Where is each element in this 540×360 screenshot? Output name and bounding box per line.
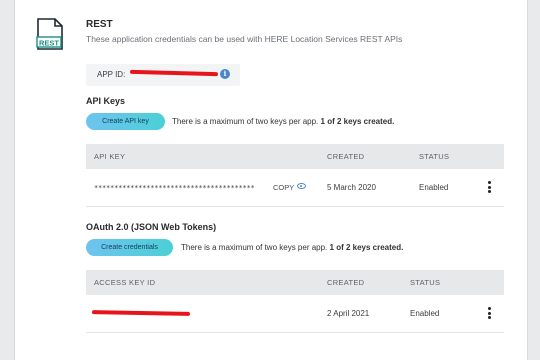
rest-document-icon: REST xyxy=(36,18,63,50)
oauth-note-text: There is a maximum of two keys per app. xyxy=(181,243,328,252)
oauth-table: ACCESS KEY ID CREATED STATUS 2 April 202… xyxy=(86,270,504,333)
eye-icon[interactable] xyxy=(297,183,306,189)
page-title: REST xyxy=(86,19,113,30)
api-keys-table-header: API KEY CREATED STATUS xyxy=(86,144,504,169)
api-key-created: 5 March 2020 xyxy=(327,183,376,192)
api-keys-note-text: There is a maximum of two keys per app. xyxy=(172,117,319,126)
rest-icon-label: REST xyxy=(39,38,59,47)
api-keys-title: API Keys xyxy=(86,96,126,106)
column-created: CREATED xyxy=(327,152,365,161)
column-created: CREATED xyxy=(327,278,365,287)
page-subtitle: These application credentials can be use… xyxy=(86,34,403,44)
column-status: STATUS xyxy=(419,152,450,161)
api-keys-table: API KEY CREATED STATUS *****************… xyxy=(86,144,504,207)
column-status: STATUS xyxy=(410,278,441,287)
table-row: ****************************************… xyxy=(86,169,504,207)
oauth-created: 2 April 2021 xyxy=(327,309,370,318)
api-keys-note: There is a maximum of two keys per app. … xyxy=(172,117,394,126)
app-id-label: APP ID: xyxy=(97,70,126,79)
oauth-status: Enabled xyxy=(410,309,440,318)
info-icon[interactable]: i xyxy=(220,69,230,79)
access-key-redaction xyxy=(91,310,191,316)
copy-key-link[interactable]: COPY xyxy=(273,183,294,192)
api-key-status: Enabled xyxy=(419,183,449,192)
oauth-table-header: ACCESS KEY ID CREATED STATUS xyxy=(86,270,504,295)
api-keys-count: 1 of 2 keys created. xyxy=(320,117,395,126)
oauth-title: OAuth 2.0 (JSON Web Tokens) xyxy=(86,222,217,232)
more-options-icon[interactable] xyxy=(488,181,492,195)
app-id-redaction xyxy=(129,69,219,77)
more-options-icon[interactable] xyxy=(488,307,492,321)
column-api-key: API KEY xyxy=(94,152,126,161)
column-access-key-id: ACCESS KEY ID xyxy=(94,278,156,287)
app-id-box: APP ID: i xyxy=(86,64,240,86)
create-api-key-button[interactable]: Create API key xyxy=(86,113,165,130)
masked-api-key: **************************************** xyxy=(94,184,255,192)
table-row: 2 April 2021 Enabled xyxy=(86,295,504,333)
create-credentials-button[interactable]: Create credentials xyxy=(86,239,173,256)
oauth-note: There is a maximum of two keys per app. … xyxy=(181,243,403,252)
oauth-keys-count: 1 of 2 keys created. xyxy=(329,243,404,252)
rest-credentials-card: REST REST These application credentials … xyxy=(14,0,528,360)
